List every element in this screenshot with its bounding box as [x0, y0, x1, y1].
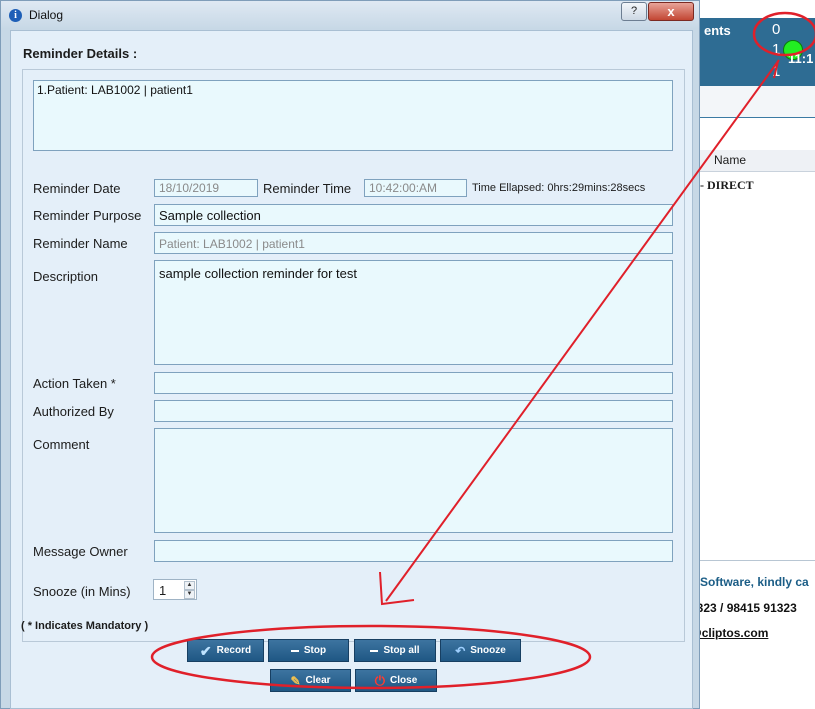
snooze-value: 1	[159, 583, 167, 598]
authorized-by-label: Authorized By	[33, 404, 114, 419]
close-button[interactable]: ⏻ Close	[355, 669, 437, 692]
record-button-label: Record	[216, 645, 252, 656]
reminder-date-label: Reminder Date	[33, 181, 121, 196]
message-owner-field[interactable]	[154, 540, 673, 562]
close-button-label: Close	[390, 675, 418, 686]
clear-button[interactable]: ✎ Clear	[270, 669, 351, 692]
details-panel: 1.Patient: LAB1002 | patient1 Reminder D…	[22, 69, 685, 642]
stop-all-button-label: Stop all	[383, 645, 420, 656]
stop-all-button[interactable]: Stop all	[354, 639, 436, 662]
reminder-dialog: i Dialog ? x Reminder Details : 1.Patien…	[0, 0, 700, 709]
message-owner-label: Message Owner	[33, 544, 128, 559]
dialog-body: Reminder Details : 1.Patient: LAB1002 | …	[10, 30, 693, 709]
power-icon: ⏻	[374, 672, 386, 688]
window-close-button[interactable]: x	[648, 2, 694, 21]
background-table-row[interactable]: - DIRECT	[700, 178, 754, 193]
background-count-2: 1	[772, 41, 781, 58]
background-footer-line-1: s Software, kindly ca	[690, 575, 809, 589]
checkmark-icon: ✔	[199, 642, 212, 659]
action-taken-field[interactable]	[154, 372, 673, 394]
snooze-stepper[interactable]: 1 ▲ ▼	[153, 579, 197, 600]
authorized-by-field[interactable]	[154, 400, 673, 422]
clear-button-label: Clear	[305, 675, 331, 686]
stepper-up-icon[interactable]: ▲	[184, 581, 195, 590]
background-header-text: ents	[704, 23, 731, 38]
comment-label: Comment	[33, 437, 90, 452]
time-elapsed-text: Time Ellapsed: 0hrs:29mins:28secs	[472, 182, 646, 194]
action-taken-label: Action Taken *	[33, 376, 116, 391]
background-count-3: 1	[772, 63, 781, 80]
snooze-icon: ↶	[455, 643, 466, 658]
background-toolbar	[690, 86, 815, 118]
reminder-time-field[interactable]: 10:42:00:AM	[364, 179, 467, 197]
reminder-time-label: Reminder Time	[263, 181, 352, 196]
info-icon: i	[9, 9, 22, 22]
background-column-name: Name	[714, 153, 747, 167]
background-application: ents 0 1 1 11:1 Name - DIRECT s Software…	[690, 0, 815, 709]
description-field[interactable]: sample collection reminder for test	[154, 260, 673, 365]
reminder-name-field[interactable]: Patient: LAB1002 | patient1	[154, 232, 673, 254]
background-header: ents 0 1 1 11:1	[690, 18, 815, 86]
stepper-down-icon[interactable]: ▼	[184, 590, 195, 599]
reminder-name-label: Reminder Name	[33, 236, 128, 251]
snooze-button[interactable]: ↶ Snooze	[440, 639, 521, 662]
page-title: Reminder Details :	[23, 46, 138, 61]
background-footer: s Software, kindly ca 1323 / 98415 91323…	[690, 560, 815, 695]
comment-field[interactable]	[154, 428, 673, 533]
title-bar[interactable]: i Dialog ? x	[1, 1, 699, 29]
minus-icon	[290, 649, 299, 652]
record-button[interactable]: ✔ Record	[187, 639, 264, 662]
eraser-icon: ✎	[290, 673, 301, 688]
snooze-button-label: Snooze	[470, 645, 506, 656]
mandatory-note: ( * Indicates Mandatory )	[21, 620, 149, 632]
stop-button-label: Stop	[303, 645, 327, 656]
snooze-label: Snooze (in Mins)	[33, 584, 131, 599]
reminder-purpose-label: Reminder Purpose	[33, 208, 142, 223]
background-count-1: 0	[772, 21, 781, 38]
background-footer-line-2: 1323 / 98415 91323	[690, 601, 797, 615]
reminder-list[interactable]: 1.Patient: LAB1002 | patient1	[33, 80, 673, 151]
description-label: Description	[33, 269, 99, 284]
reminder-list-item[interactable]: 1.Patient: LAB1002 | patient1	[37, 83, 193, 97]
close-icon: x	[667, 4, 675, 19]
help-button[interactable]: ?	[621, 2, 647, 21]
window-title: Dialog	[29, 8, 64, 22]
reminder-purpose-field[interactable]: Sample collection	[154, 204, 673, 226]
background-column-header[interactable]: Name	[690, 150, 815, 172]
minus-icon	[370, 649, 379, 652]
stop-button[interactable]: Stop	[268, 639, 349, 662]
background-clock: 11:1	[788, 51, 814, 66]
reminder-date-field[interactable]: 18/10/2019	[154, 179, 258, 197]
background-footer-email[interactable]: @cliptos.com	[690, 626, 768, 640]
